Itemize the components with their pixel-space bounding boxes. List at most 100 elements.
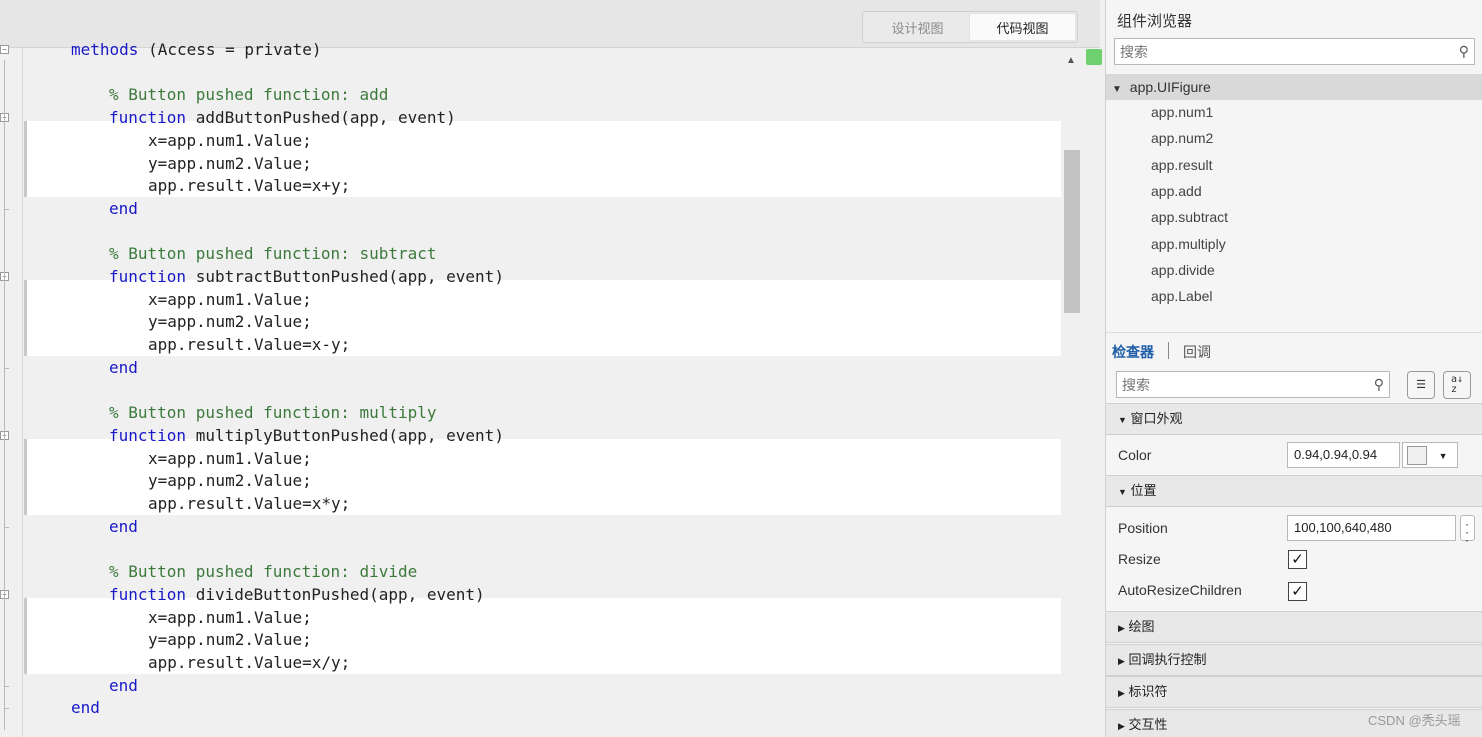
component-search-input[interactable]: [1115, 39, 1439, 64]
resize-label: Resize: [1118, 551, 1161, 567]
sort-az-icon[interactable]: a↓ z: [1443, 371, 1471, 399]
tab-inspector[interactable]: 检查器: [1112, 342, 1154, 362]
code-keyword: end: [109, 358, 138, 377]
section-plotting[interactable]: ▶ 绘图: [1106, 611, 1482, 643]
code-line[interactable]: x=app.num1.Value;: [148, 130, 312, 152]
tree-item[interactable]: app.divide: [1151, 262, 1215, 278]
code-text: app.result.Value=x+y;: [148, 176, 351, 195]
color-value-field[interactable]: 0.94,0.94,0.94: [1287, 442, 1400, 468]
expand-right-icon: ▶: [1118, 623, 1125, 633]
vertical-scrollbar-thumb[interactable]: [1064, 150, 1080, 313]
code-line[interactable]: % Button pushed function: divide: [109, 561, 417, 583]
tree-root-uifigure[interactable]: ▼ app.UIFigure: [1106, 74, 1482, 100]
code-text: x=app.num1.Value;: [148, 131, 312, 150]
expand-right-icon: ▶: [1118, 656, 1125, 666]
position-label: Position: [1118, 520, 1168, 536]
resize-checkbox[interactable]: ✓: [1288, 550, 1307, 569]
code-text: y=app.num2.Value;: [148, 154, 312, 173]
code-keyword: end: [71, 698, 100, 717]
code-line[interactable]: % Button pushed function: add: [109, 84, 388, 106]
code-line[interactable]: y=app.num2.Value;: [148, 629, 312, 651]
code-line[interactable]: y=app.num2.Value;: [148, 470, 312, 492]
collapse-down-icon: ▼: [1118, 487, 1127, 497]
code-line[interactable]: % Button pushed function: multiply: [109, 402, 437, 424]
code-line[interactable]: app.result.Value=x+y;: [148, 175, 350, 197]
section-interactivity-label: 交互性: [1128, 717, 1168, 732]
search-icon[interactable]: ⚲: [1459, 43, 1469, 60]
color-label: Color: [1118, 447, 1152, 463]
code-line[interactable]: function subtractButtonPushed(app, event…: [109, 266, 504, 288]
tree-item[interactable]: app.num2: [1151, 130, 1213, 146]
section-callback-exec[interactable]: ▶ 回调执行控制: [1106, 644, 1482, 676]
code-line[interactable]: end: [109, 198, 138, 220]
group-view-icon[interactable]: ☰: [1407, 371, 1435, 399]
code-text: y=app.num2.Value;: [148, 630, 312, 649]
code-comment: % Button pushed function: multiply: [109, 403, 437, 422]
code-line[interactable]: methods (Access = private): [71, 39, 321, 61]
tree-item[interactable]: app.subtract: [1151, 209, 1228, 225]
tree-item[interactable]: app.num1: [1151, 104, 1213, 120]
code-keyword: methods: [71, 40, 139, 59]
code-area[interactable]: methods (Access = private) % Button pushe…: [24, 0, 1061, 737]
autoresize-label: AutoResizeChildren: [1118, 582, 1242, 598]
autoresize-checkbox[interactable]: ✓: [1288, 582, 1307, 601]
tree-item[interactable]: app.Label: [1151, 288, 1213, 304]
section-callback-exec-label: 回调执行控制: [1128, 652, 1207, 667]
search-icon[interactable]: ⚲: [1374, 376, 1384, 393]
function-body-marker: [24, 598, 27, 674]
code-comment: % Button pushed function: subtract: [109, 244, 437, 263]
code-line[interactable]: end: [109, 516, 138, 538]
code-line[interactable]: function multiplyButtonPushed(app, event…: [109, 425, 504, 447]
expand-right-icon: ▶: [1118, 721, 1125, 731]
watermark: CSDN @秃头瑶: [1368, 713, 1461, 728]
code-keyword: end: [109, 199, 138, 218]
expand-right-icon: ▶: [1118, 688, 1125, 698]
code-line[interactable]: x=app.num1.Value;: [148, 448, 312, 470]
tab-divider: [1168, 342, 1169, 359]
tree-item[interactable]: app.add: [1151, 183, 1202, 199]
code-text: y=app.num2.Value;: [148, 312, 312, 331]
code-line[interactable]: function addButtonPushed(app, event): [109, 107, 456, 129]
inspector-tabbar: 检查器 回调: [1106, 332, 1482, 366]
code-line[interactable]: end: [109, 675, 138, 697]
code-text: x=app.num1.Value;: [148, 290, 312, 309]
checkmark-icon: ✓: [1291, 551, 1304, 568]
fold-end-tick: [4, 686, 9, 687]
code-line[interactable]: app.result.Value=x/y;: [148, 652, 350, 674]
expand-down-icon[interactable]: ▼: [1112, 84, 1122, 95]
code-line[interactable]: y=app.num2.Value;: [148, 153, 312, 175]
code-line[interactable]: y=app.num2.Value;: [148, 311, 312, 333]
tree-root-label: app.UIFigure: [1129, 79, 1211, 95]
position-value-field[interactable]: 100,100,640,480: [1287, 515, 1456, 541]
tree-item[interactable]: app.multiply: [1151, 236, 1226, 252]
code-line[interactable]: x=app.num1.Value;: [148, 607, 312, 629]
code-line[interactable]: end: [109, 357, 138, 379]
code-line[interactable]: function divideButtonPushed(app, event): [109, 584, 485, 606]
code-comment: % Button pushed function: add: [109, 85, 389, 104]
section-identifier[interactable]: ▶ 标识符: [1106, 676, 1482, 708]
tab-callback[interactable]: 回调: [1183, 342, 1211, 362]
scroll-up-arrow-icon[interactable]: ▲: [1066, 55, 1076, 66]
section-appearance[interactable]: ▼ 窗口外观: [1106, 403, 1482, 435]
section-position[interactable]: ▼ 位置: [1106, 475, 1482, 507]
collapse-down-icon: ▼: [1118, 415, 1127, 425]
code-line[interactable]: x=app.num1.Value;: [148, 289, 312, 311]
code-text: (Access = private): [138, 40, 322, 59]
code-keyword: function: [109, 585, 187, 604]
code-line[interactable]: % Button pushed function: subtract: [109, 243, 437, 265]
inspector-search-input[interactable]: [1117, 372, 1362, 397]
color-picker-dropdown[interactable]: ▼: [1402, 442, 1458, 468]
fold-gutter: −−−−−: [0, 45, 23, 737]
code-status-indicator: [1086, 49, 1102, 65]
code-line[interactable]: app.result.Value=x*y;: [148, 493, 350, 515]
fold-end-tick: [4, 368, 9, 369]
more-options-icon[interactable]: · · ·: [1460, 515, 1475, 546]
fold-end-tick: [4, 527, 9, 528]
code-line[interactable]: app.result.Value=x-y;: [148, 334, 350, 356]
section-position-label: 位置: [1130, 483, 1157, 498]
code-line[interactable]: end: [71, 697, 100, 719]
inspector-search-box: ⚲: [1116, 371, 1390, 398]
fold-collapse-icon[interactable]: −: [0, 45, 9, 54]
code-text: x=app.num1.Value;: [148, 608, 312, 627]
tree-item[interactable]: app.result: [1151, 157, 1212, 173]
